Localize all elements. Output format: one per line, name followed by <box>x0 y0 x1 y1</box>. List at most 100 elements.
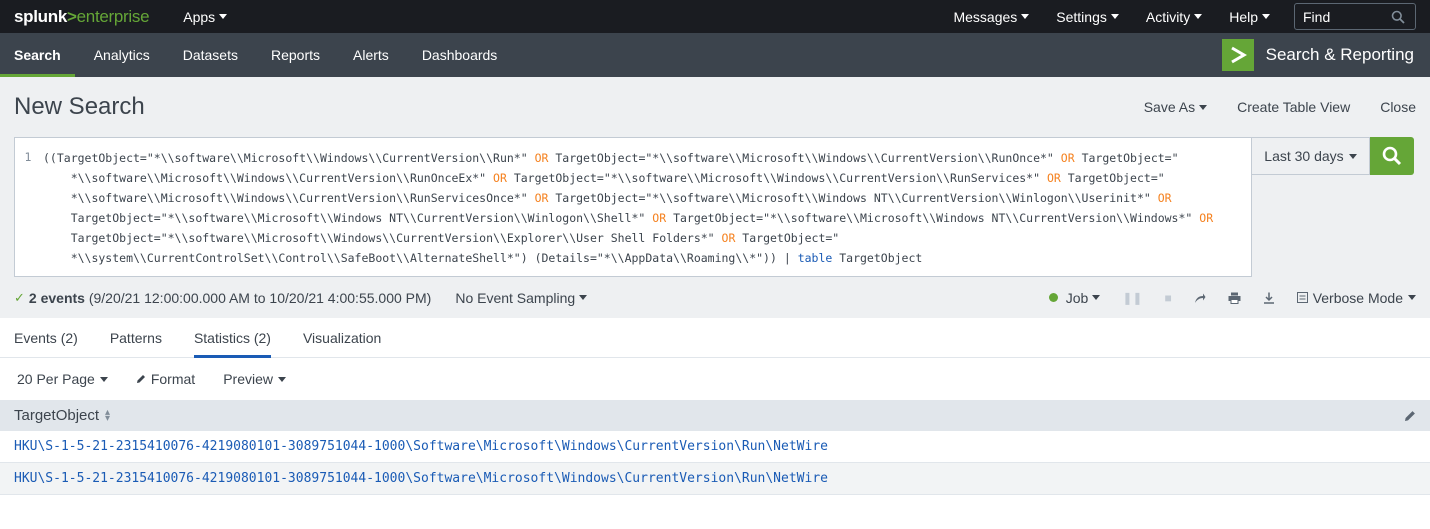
sort-icon[interactable]: ▴ ▾ <box>105 407 110 423</box>
search-mode-dropdown[interactable]: Verbose Mode <box>1296 290 1416 306</box>
operator-keyword: OR <box>1060 151 1075 165</box>
chevron-down-icon <box>1199 104 1208 110</box>
nav-tab-datasets[interactable]: Datasets <box>169 33 252 77</box>
search-query-editor[interactable]: 1 ((TargetObject="*\\software\\Microsoft… <box>14 137 1252 277</box>
messages-label: Messages <box>953 8 1018 25</box>
app-title[interactable]: Search & Reporting <box>1221 33 1430 77</box>
nav-tab-alerts[interactable]: Alerts <box>339 33 403 77</box>
nav-tab-label: Dashboards <box>421 47 498 63</box>
preview-dropdown[interactable]: Preview <box>223 371 286 387</box>
operator-keyword: OR <box>1157 191 1172 205</box>
chevron-down-icon <box>1092 295 1101 300</box>
tab-label: Events (2) <box>14 329 78 346</box>
create-table-view-button[interactable]: Create Table View <box>1237 99 1350 115</box>
close-label: Close <box>1380 99 1416 115</box>
tab-label: Patterns <box>109 329 162 346</box>
per-page-label: 20 Per Page <box>17 371 95 387</box>
chevron-down-icon <box>579 295 588 300</box>
logo-gt-text: > <box>67 6 77 26</box>
nav-tab-search[interactable]: Search <box>0 33 75 77</box>
tab-label: Visualization <box>302 329 382 346</box>
nav-tab-label: Analytics <box>93 47 150 63</box>
job-status-icon <box>1048 293 1058 302</box>
save-as-label: Save As <box>1143 99 1196 115</box>
operator-keyword: OR <box>493 171 507 185</box>
chevron-down-icon <box>1408 295 1416 300</box>
query-line: ((TargetObject="*\\software\\Microsoft\\… <box>43 151 1179 165</box>
event-sampling-dropdown[interactable]: No Event Sampling <box>455 289 588 306</box>
tab-label: Statistics (2) <box>193 329 271 346</box>
pencil-icon[interactable] <box>1404 410 1416 422</box>
apps-menu[interactable]: Apps <box>183 9 228 25</box>
search-mode-icon <box>1296 292 1308 303</box>
search-icon[interactable] <box>1391 10 1405 24</box>
settings-menu[interactable]: Settings <box>1056 9 1119 25</box>
tab-patterns[interactable]: Patterns <box>110 318 162 357</box>
top-bar: splunk>enterprise Apps Messages Settings… <box>0 0 1430 33</box>
close-button[interactable]: Close <box>1380 99 1416 115</box>
format-button[interactable]: Format <box>136 371 195 387</box>
app-bar: Search Analytics Datasets Reports Alerts… <box>0 33 1430 77</box>
export-icon[interactable] <box>1263 292 1275 304</box>
line-number: 1 <box>24 150 32 164</box>
search-query-text[interactable]: ((TargetObject="*\\software\\Microsoft\\… <box>41 138 1251 276</box>
nav-tab-label: Datasets <box>182 47 238 63</box>
chevron-down-icon <box>1262 14 1270 19</box>
event-sampling-label: No Event Sampling <box>455 289 576 306</box>
format-label: Format <box>150 371 196 387</box>
chevron-down-icon <box>1348 153 1357 159</box>
settings-label: Settings <box>1056 8 1107 25</box>
time-range-label: Last 30 days <box>1264 148 1344 164</box>
find-input[interactable] <box>1303 8 1391 25</box>
activity-label: Activity <box>1145 8 1191 25</box>
results-tabs: Events (2) Patterns Statistics (2) Visua… <box>0 318 1430 358</box>
table-cell[interactable]: HKU\S-1-5-21-2315410076-4219080101-30897… <box>14 471 828 486</box>
tab-visualization[interactable]: Visualization <box>303 318 381 357</box>
event-count: 2 events <box>28 289 85 306</box>
chevron-down-icon <box>1021 14 1030 19</box>
logo-enterprise-text: enterprise <box>76 6 150 26</box>
column-header-targetobject[interactable]: TargetObject <box>14 407 99 424</box>
nav-tab-reports[interactable]: Reports <box>257 33 334 77</box>
time-range-picker[interactable]: Last 30 days <box>1252 137 1370 175</box>
stop-icon[interactable]: ■ <box>1164 291 1171 305</box>
table-row[interactable]: HKU\S-1-5-21-2315410076-4219080101-30897… <box>0 431 1430 463</box>
tab-events[interactable]: Events (2) <box>14 318 78 357</box>
operator-keyword: OR <box>534 191 549 205</box>
operator-keyword: OR <box>652 211 667 225</box>
chevron-down-icon <box>277 376 286 382</box>
splunk-logo[interactable]: splunk>enterprise <box>14 6 150 27</box>
results-toolbar: 20 Per Page Format Preview <box>0 358 1430 400</box>
pause-icon[interactable]: ❚❚ <box>1122 291 1142 305</box>
nav-tab-label: Reports <box>270 47 321 63</box>
command-keyword: table <box>797 251 833 265</box>
save-as-button[interactable]: Save As <box>1143 99 1208 115</box>
app-title-label: Search & Reporting <box>1265 45 1414 64</box>
per-page-dropdown[interactable]: 20 Per Page <box>17 371 108 387</box>
search-panel: New Search Save As Create Table View Clo… <box>0 77 1430 318</box>
check-icon: ✓ <box>14 289 25 305</box>
app-logo-icon <box>1221 39 1254 71</box>
help-menu[interactable]: Help <box>1229 9 1270 25</box>
nav-tab-label: Search <box>14 47 61 63</box>
chevron-down-icon <box>1110 14 1119 19</box>
table-cell[interactable]: HKU\S-1-5-21-2315410076-4219080101-30897… <box>14 439 828 454</box>
table-row[interactable]: HKU\S-1-5-21-2315410076-4219080101-30897… <box>0 463 1430 495</box>
event-time-range: (9/20/21 12:00:00.000 AM to 10/20/21 4:0… <box>88 289 432 306</box>
chevron-down-icon <box>99 376 108 382</box>
create-table-view-label: Create Table View <box>1237 99 1351 115</box>
operator-keyword: OR <box>534 151 549 165</box>
job-menu[interactable]: Job <box>1066 290 1101 306</box>
messages-menu[interactable]: Messages <box>953 8 1030 25</box>
search-button[interactable] <box>1370 137 1414 175</box>
query-line: *\\system\\CurrentControlSet\\Control\\S… <box>43 251 923 265</box>
nav-tab-dashboards[interactable]: Dashboards <box>408 33 512 77</box>
activity-menu[interactable]: Activity <box>1145 8 1203 25</box>
operator-keyword: OR <box>1046 171 1061 185</box>
share-icon[interactable] <box>1194 292 1206 304</box>
search-icon <box>1382 146 1402 166</box>
print-icon[interactable] <box>1228 292 1241 304</box>
nav-tab-analytics[interactable]: Analytics <box>80 33 164 77</box>
tab-statistics[interactable]: Statistics (2) <box>193 318 271 358</box>
operator-keyword: OR <box>1199 211 1214 225</box>
